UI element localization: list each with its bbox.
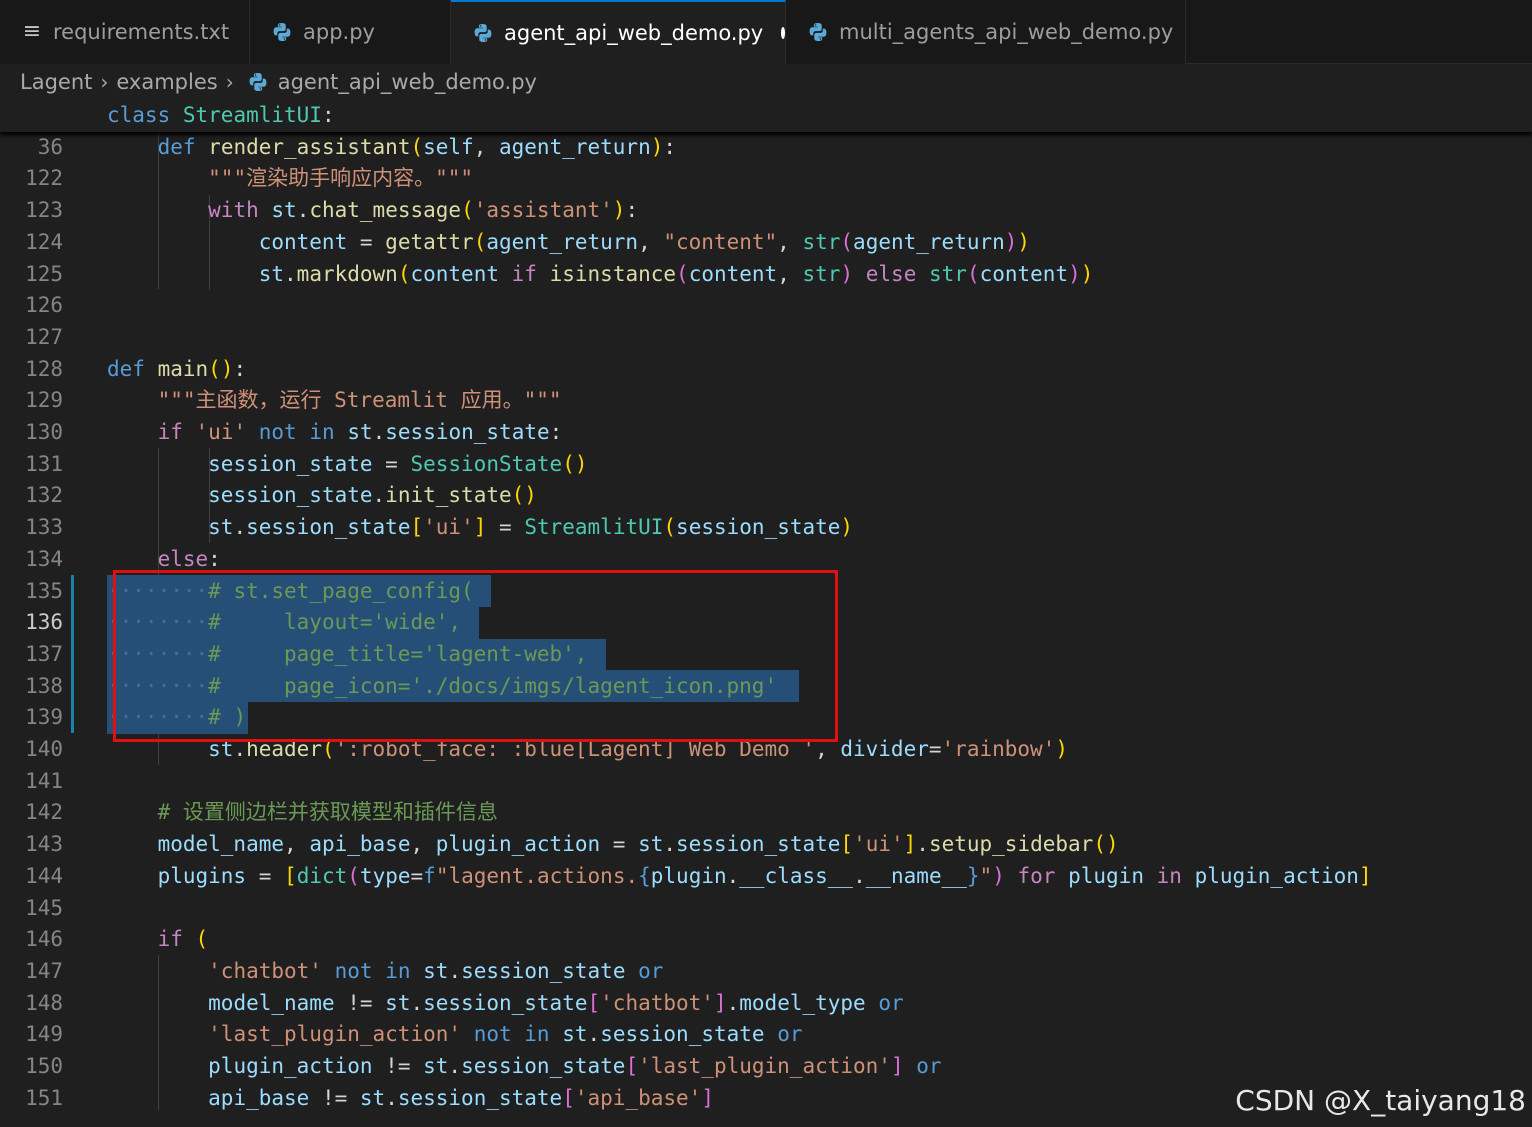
code-line: 36 class StreamlitUI: <box>0 100 1532 159</box>
python-icon <box>808 22 828 42</box>
editor-tab-bar: ≡ requirements.txt app.py agent_api_web_… <box>0 0 1532 64</box>
chevron-right-icon: › <box>225 70 234 94</box>
code-line: 129 def main(): <box>0 354 1532 413</box>
tab-label: multi_agents_api_web_demo.py <box>839 20 1174 44</box>
code-line: 133 session_state.init_state() <box>0 480 1532 539</box>
code-line: 143 # 设置侧边栏并获取模型和插件信息 <box>0 797 1532 856</box>
code-line: 125 content = getattr(agent_return, "con… <box>0 227 1532 286</box>
code-line: 142 <box>0 766 1532 824</box>
breadcrumb-item-file[interactable]: agent_api_web_demo.py <box>278 70 537 94</box>
breadcrumb-item-lagent[interactable]: Lagent <box>20 70 92 94</box>
code-line: 122 def render_assistant(self, agent_ret… <box>0 132 1532 191</box>
highlight-annotation-box <box>113 570 838 742</box>
code-line: 151 plugin_action != st.session_state['l… <box>0 1051 1532 1110</box>
lines-icon: ≡ <box>22 19 42 44</box>
watermark: CSDN @X_taiyang18 <box>1235 1084 1526 1117</box>
code-line: 124 with st.chat_message('assistant'): <box>0 195 1532 254</box>
code-line: 146 <box>0 893 1532 951</box>
python-icon <box>248 72 268 92</box>
tab-label: agent_api_web_demo.py <box>504 21 764 45</box>
code-line: 132 session_state = SessionState() <box>0 449 1532 508</box>
code-line: 127 <box>0 290 1532 349</box>
code-line: 134 st.session_state['ui'] = StreamlitUI… <box>0 512 1532 571</box>
code-line: 145 plugins = [dict(type=f"lagent.action… <box>0 861 1532 920</box>
tab-app[interactable]: app.py <box>250 0 451 64</box>
tab-label: app.py <box>303 20 375 44</box>
code-line: 130 """主函数，运行 Streamlit 应用。""" <box>0 385 1532 444</box>
code-line: 150 'last_plugin_action' not in st.sessi… <box>0 1019 1532 1078</box>
code-line: 123 """渲染助手响应内容。""" <box>0 163 1532 222</box>
tab-agent-api-web-demo[interactable]: agent_api_web_demo.py <box>451 0 786 64</box>
tab-requirements[interactable]: ≡ requirements.txt <box>0 0 250 64</box>
breadcrumb-item-examples[interactable]: examples <box>116 70 217 94</box>
code-line: 149 model_name != st.session_state['chat… <box>0 988 1532 1047</box>
code-line: 144 model_name, api_base, plugin_action … <box>0 829 1532 888</box>
unsaved-dot-icon[interactable] <box>781 27 785 39</box>
python-icon <box>473 23 493 43</box>
code-line: 128 <box>0 322 1532 381</box>
code-line: 126 st.markdown(content if isinstance(co… <box>0 259 1532 318</box>
python-icon <box>272 22 292 42</box>
tab-label: requirements.txt <box>53 20 230 44</box>
code-line: 148 'chatbot' not in st.session_state or <box>0 956 1532 1015</box>
line-number: 36 <box>37 134 63 159</box>
code-line: 131 if 'ui' not in st.session_state: <box>0 417 1532 476</box>
breadcrumb: Lagent › examples › agent_api_web_demo.p… <box>0 64 1532 100</box>
tab-multi-agents-api-web-demo[interactable]: multi_agents_api_web_demo.py <box>786 0 1186 64</box>
chevron-right-icon: › <box>100 70 109 94</box>
code-line: 147 if ( <box>0 924 1532 983</box>
